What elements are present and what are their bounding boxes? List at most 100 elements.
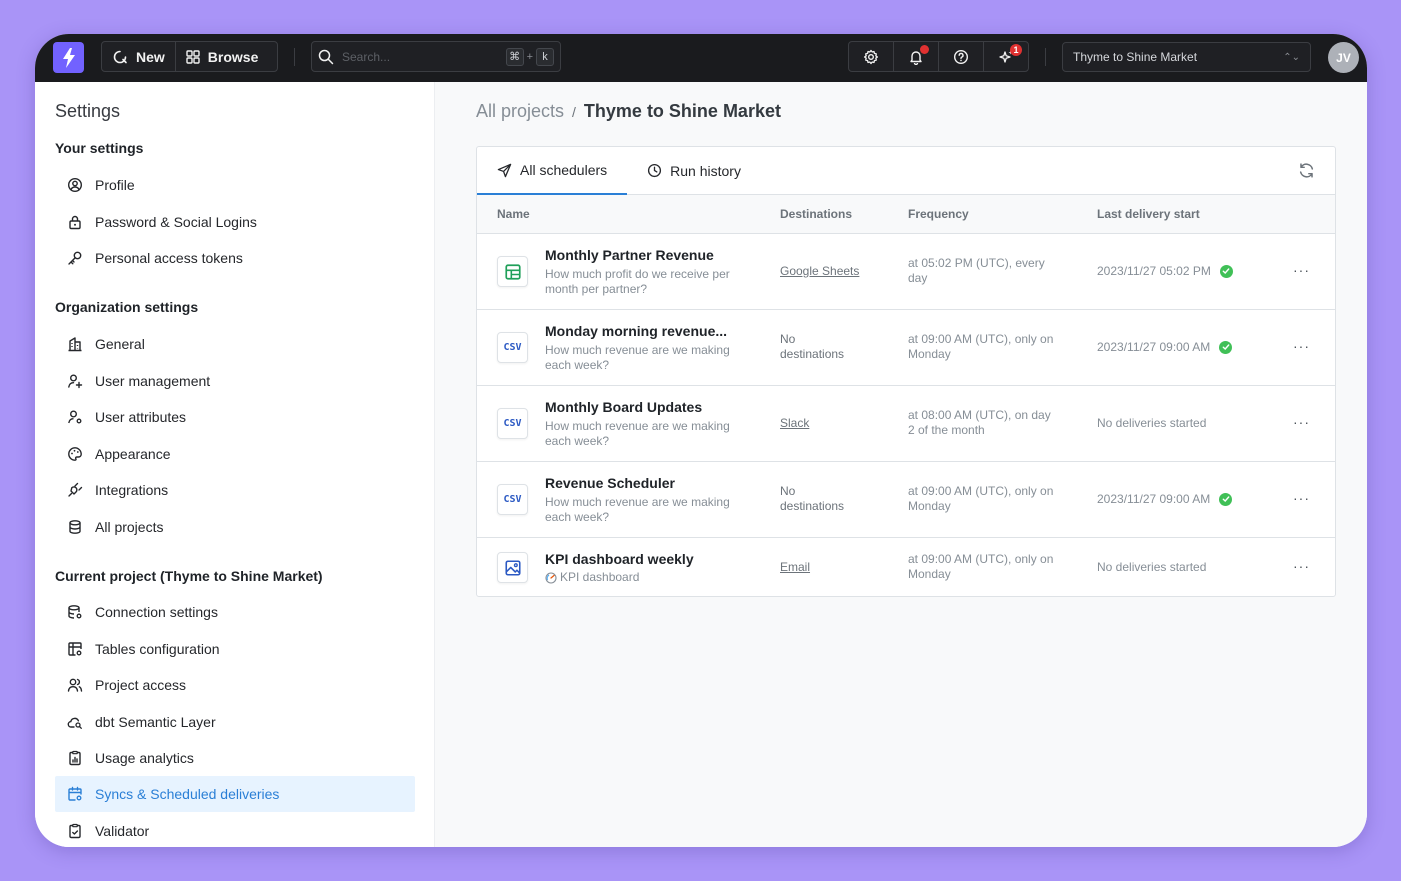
- sidebar-item-tables-configuration[interactable]: Tables configuration: [55, 631, 415, 667]
- refresh-button[interactable]: [1298, 162, 1315, 184]
- sidebar-item-general[interactable]: General: [55, 326, 415, 362]
- sidebar-item-user-management[interactable]: User management: [55, 363, 415, 399]
- row-menu-button[interactable]: ···: [1293, 338, 1310, 354]
- destination-cell: No destinations: [780, 484, 845, 513]
- project-selector[interactable]: Thyme to Shine Market ⌃⌄: [1062, 42, 1311, 72]
- shortcut-k-key: k: [536, 47, 554, 66]
- table-row[interactable]: CSV Revenue Scheduler How much revenue a…: [477, 462, 1335, 538]
- new-icon: [113, 50, 127, 63]
- scheduler-name[interactable]: Monthly Partner Revenue: [545, 247, 755, 263]
- database-icon: [69, 520, 81, 534]
- last-delivery-cell: No deliveries started: [1097, 560, 1206, 574]
- scheduler-name[interactable]: Monday morning revenue...: [545, 323, 755, 339]
- tab-run-history[interactable]: Run history: [627, 147, 761, 194]
- frequency-cell: at 05:02 PM (UTC), every day: [908, 256, 1045, 285]
- last-delivery-cell: 2023/11/27 05:02 PM: [1097, 264, 1233, 278]
- sidebar-item-user-attributes[interactable]: User attributes: [55, 399, 415, 435]
- schedulers-card: All schedulers Run history Name Destinat…: [476, 146, 1336, 597]
- dashboard-name: KPI dashboard: [560, 570, 640, 584]
- app-logo[interactable]: [53, 42, 84, 73]
- tab-all-schedulers[interactable]: All schedulers: [477, 147, 628, 195]
- destination-link[interactable]: Slack: [780, 416, 809, 430]
- sidebar-item-integrations[interactable]: Integrations: [55, 472, 415, 508]
- sidebar-item-access-tokens[interactable]: Personal access tokens: [55, 240, 415, 276]
- column-header-frequency: Frequency: [908, 207, 969, 221]
- sidebar-item-label: Usage analytics: [95, 750, 194, 766]
- sidebar-item-label: dbt Semantic Layer: [95, 714, 216, 730]
- sidebar-item-all-projects[interactable]: All projects: [55, 509, 415, 545]
- key-icon: [68, 251, 82, 265]
- tab-label: Run history: [670, 162, 741, 179]
- destination-link[interactable]: Email: [780, 560, 810, 574]
- notification-dot: [920, 45, 929, 54]
- last-delivery-cell: 2023/11/27 09:00 AM: [1097, 340, 1233, 354]
- building-icon: [68, 337, 82, 352]
- row-menu-button[interactable]: ···: [1293, 414, 1310, 430]
- sidebar-item-password[interactable]: Password & Social Logins: [55, 204, 415, 240]
- scheduler-description: How much revenue are we making each week…: [545, 495, 730, 524]
- search-input[interactable]: [342, 49, 492, 64]
- destination-cell: Email: [780, 560, 880, 575]
- tab-label: All schedulers: [520, 162, 608, 178]
- sidebar-item-profile[interactable]: Profile: [55, 167, 415, 203]
- breadcrumb-current-project: Thyme to Shine Market: [583, 101, 781, 121]
- frequency-cell: at 09:00 AM (UTC), only on Monday: [908, 484, 1054, 513]
- new-button[interactable]: New: [102, 42, 175, 71]
- sidebar-item-connection-settings[interactable]: Connection settings: [55, 594, 415, 630]
- row-menu-button[interactable]: ···: [1293, 490, 1310, 506]
- scheduler-name-cell: Monday morning revenue... How much reven…: [545, 323, 755, 373]
- lock-icon: [69, 215, 81, 230]
- user-circle-icon: [67, 177, 83, 193]
- breadcrumb-all-projects[interactable]: All projects: [476, 101, 564, 122]
- frequency-cell: at 08:00 AM (UTC), on day 2 of the month: [908, 408, 1051, 437]
- gear-icon: [863, 49, 879, 64]
- browse-label: Browse: [207, 48, 259, 65]
- sidebar-item-usage-analytics[interactable]: Usage analytics: [55, 740, 415, 776]
- success-check-icon: [1219, 340, 1233, 354]
- sidebar-item-syncs-scheduled-deliveries[interactable]: Syncs & Scheduled deliveries: [55, 776, 415, 812]
- row-menu-button[interactable]: ···: [1293, 262, 1310, 278]
- calendar-cog-icon: [68, 786, 82, 801]
- scheduler-name[interactable]: KPI dashboard weekly: [545, 551, 755, 567]
- sidebar-item-appearance[interactable]: Appearance: [55, 436, 415, 472]
- clipboard-check-icon: [69, 823, 81, 839]
- table-row[interactable]: CSV Monthly Board Updates How much reven…: [477, 386, 1335, 462]
- browse-button[interactable]: Browse: [174, 42, 269, 71]
- scheduler-name[interactable]: Monthly Board Updates: [545, 399, 755, 415]
- clock-icon: [648, 163, 662, 178]
- users-icon: [67, 678, 83, 692]
- user-plus-icon: [68, 374, 83, 389]
- sidebar-item-project-access[interactable]: Project access: [55, 667, 415, 703]
- selector-chevron-icon: ⌃⌄: [1283, 51, 1300, 63]
- ai-badge: 1: [1010, 44, 1022, 56]
- settings-button[interactable]: [849, 42, 893, 71]
- org-settings-heading: Organization settings: [55, 299, 199, 315]
- user-cog-icon: [68, 410, 82, 424]
- help-button[interactable]: [938, 42, 983, 71]
- breadcrumb-separator: /: [572, 104, 576, 120]
- sidebar-item-label: General: [95, 336, 145, 352]
- scheduler-name[interactable]: Revenue Scheduler: [545, 475, 755, 491]
- row-menu-button[interactable]: ···: [1293, 558, 1310, 574]
- last-delivery-time: No deliveries started: [1097, 416, 1207, 430]
- new-browse-group: New Browse: [101, 41, 278, 72]
- project-selector-value: Thyme to Shine Market: [1073, 50, 1198, 64]
- table-row[interactable]: KPI dashboard weekly KPI dashboard Email…: [477, 538, 1335, 598]
- sidebar-item-label: Password & Social Logins: [95, 214, 257, 230]
- refresh-icon: [1299, 163, 1314, 178]
- search-box[interactable]: ⌘ + k: [311, 41, 561, 72]
- sidebar-item-validator[interactable]: Validator: [55, 813, 415, 847]
- scheduler-name-cell: KPI dashboard weekly KPI dashboard: [545, 551, 755, 585]
- column-header-destinations: Destinations: [780, 207, 853, 221]
- scheduler-type-icon: CSV: [497, 408, 528, 439]
- notifications-button[interactable]: [893, 42, 938, 71]
- scheduler-name-cell: Monthly Board Updates How much revenue a…: [545, 399, 755, 449]
- settings-sidebar: Settings Your settings Profile Password …: [35, 82, 435, 847]
- user-avatar[interactable]: JV: [1328, 42, 1359, 73]
- last-delivery-time: 2023/11/27 09:00 AM: [1097, 492, 1211, 506]
- sidebar-item-dbt-semantic-layer[interactable]: dbt Semantic Layer: [55, 704, 415, 740]
- table-row[interactable]: CSV Monday morning revenue... How much r…: [477, 310, 1335, 386]
- ai-sparkles-button[interactable]: 1: [983, 42, 1028, 71]
- table-row[interactable]: Monthly Partner Revenue How much profit …: [477, 234, 1335, 310]
- destination-link[interactable]: Google Sheets: [780, 264, 859, 278]
